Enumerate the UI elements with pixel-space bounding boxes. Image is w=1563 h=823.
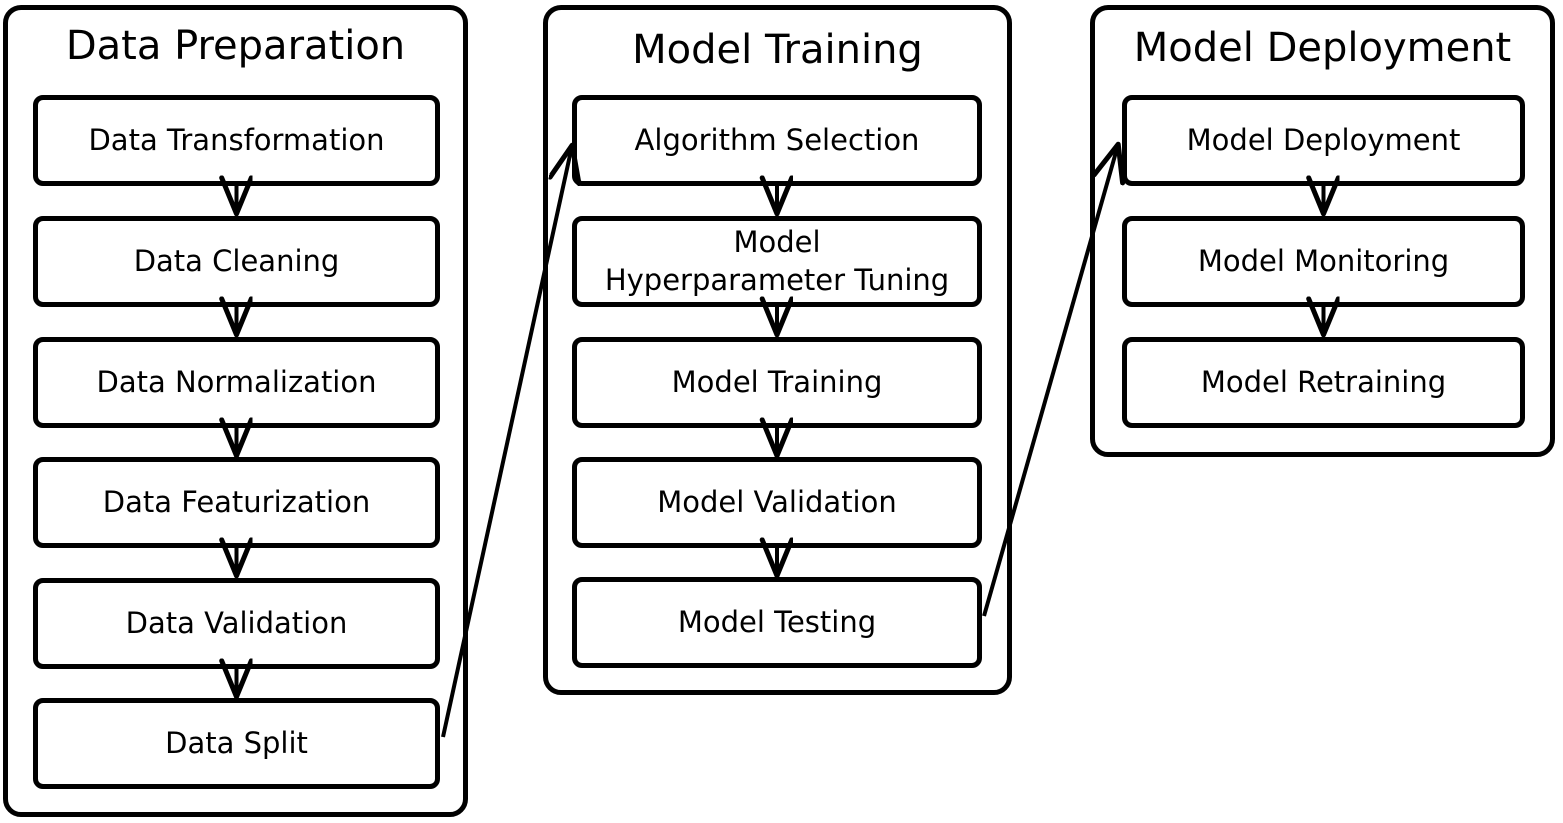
node-model-testing[interactable]: Model Testing [572, 577, 982, 668]
group-title-model-deployment: Model Deployment [1133, 25, 1512, 71]
node-label: Data Cleaning [133, 243, 340, 278]
node-data-validation[interactable]: Data Validation [33, 578, 440, 669]
node-model-monitoring[interactable]: Model Monitoring [1122, 216, 1525, 307]
node-data-normalization[interactable]: Data Normalization [33, 337, 440, 428]
node-model-training-step[interactable]: Model Training [572, 337, 982, 428]
node-label: Model Testing [677, 604, 877, 639]
node-label: Model Validation [657, 484, 897, 519]
node-data-transformation[interactable]: Data Transformation [33, 95, 440, 186]
node-model-retraining[interactable]: Model Retraining [1122, 337, 1525, 428]
node-model-validation[interactable]: Model Validation [572, 457, 982, 548]
node-label: Data Featurization [102, 484, 371, 519]
group-title-data-preparation: Data Preparation [65, 23, 406, 69]
node-label: Model Training [671, 364, 883, 399]
node-label: Model Hyperparameter Tuning [604, 225, 950, 297]
diagram-canvas: Data Preparation Data Transformation Dat… [0, 0, 1563, 823]
node-label: Model Retraining [1200, 364, 1447, 399]
node-data-cleaning[interactable]: Data Cleaning [33, 216, 440, 307]
node-model-deployment-step[interactable]: Model Deployment [1122, 95, 1525, 186]
group-title-model-training: Model Training [632, 27, 923, 73]
node-label: Data Transformation [88, 122, 385, 157]
node-label: Algorithm Selection [634, 122, 920, 157]
node-algorithm-selection[interactable]: Algorithm Selection [572, 95, 982, 186]
node-data-featurization[interactable]: Data Featurization [33, 457, 440, 548]
node-label: Data Normalization [96, 364, 377, 399]
node-label: Data Validation [125, 605, 348, 640]
node-label: Data Split [165, 725, 308, 760]
node-label: Model Monitoring [1197, 243, 1450, 278]
node-model-hyperparameter-tuning[interactable]: Model Hyperparameter Tuning [572, 216, 982, 307]
node-data-split[interactable]: Data Split [33, 698, 440, 789]
node-label: Model Deployment [1186, 122, 1461, 157]
